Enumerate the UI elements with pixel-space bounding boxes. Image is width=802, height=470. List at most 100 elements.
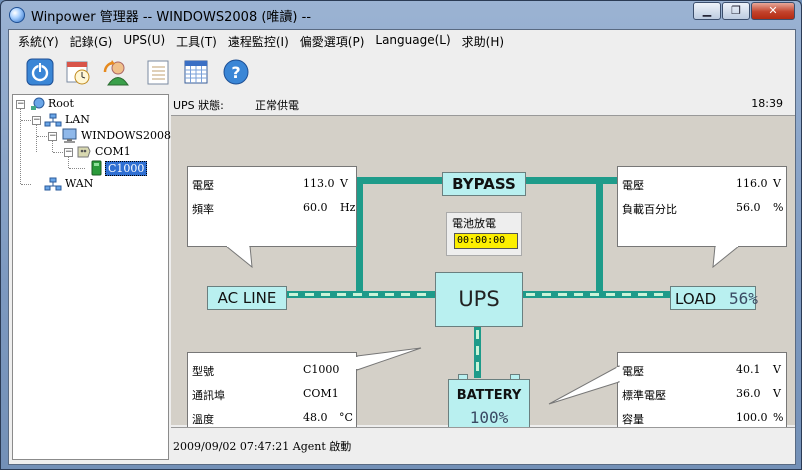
app-icon (9, 7, 25, 23)
output-info-box: 電壓 116.0 V 負載百分比 56.0 % (617, 166, 787, 247)
app-window: Winpower 管理器 -- WINDOWS2008 (唯讀) -- ▁ ❐ … (0, 0, 802, 470)
battery-voltage-label: 電壓 (622, 365, 644, 378)
input-frequency-label: 頻率 (192, 203, 214, 216)
log-list-icon (147, 60, 169, 85)
close-button[interactable]: ✕ (751, 2, 795, 20)
ups-port-label: 通訊埠 (192, 389, 225, 402)
ups-temperature-value: 48.0 (303, 411, 328, 424)
ups-info-box: 型號 C1000 通訊埠 COM1 溫度 48.0 °C (187, 352, 357, 434)
restore-button[interactable]: ❐ (722, 2, 750, 20)
client-area: 系統(Y) 記錄(G) UPS(U) 工具(T) 遠程監控(I) 偏愛選項(P)… (8, 29, 796, 465)
help-button[interactable]: ? (222, 58, 250, 86)
menu-preferences[interactable]: 偏愛選項(P) (295, 30, 371, 52)
tree-connector (37, 136, 47, 137)
event-log: 2009/09/02 07:47:21 Agent 啟動 (171, 427, 795, 461)
tree-node-root[interactable]: Root (48, 97, 74, 110)
load-label: LOAD (675, 290, 717, 308)
event-log-entry: 2009/09/02 07:47:21 Agent 啟動 (173, 440, 352, 453)
window-controls: ▁ ❐ ✕ (692, 2, 795, 20)
serial-port-icon (77, 146, 91, 158)
expand-root-toggle[interactable]: − (16, 100, 25, 109)
user-button[interactable] (102, 58, 130, 86)
battery-discharge-label: 電池放電 (452, 217, 496, 230)
window-title: Winpower 管理器 -- WINDOWS2008 (唯讀) -- (31, 10, 312, 25)
device-tree: − Root − LAN − WINDOWS2008 − COM1 C1000 … (12, 94, 171, 460)
battery-capacity-value: 100.0 (736, 411, 768, 424)
tree-connector (69, 168, 85, 169)
ups-temperature-unit: °C (339, 411, 353, 424)
ups-model-value: C1000 (303, 363, 340, 376)
ups-box[interactable]: UPS (435, 272, 523, 327)
battery-box: BATTERY 100% (448, 379, 530, 432)
ups-callout-tail (355, 347, 422, 371)
battery-info-box: 電壓 40.1 V 標準電壓 36.0 V 容量 100.0 % (617, 352, 787, 434)
tree-node-device[interactable]: C1000 (105, 161, 148, 176)
schedule-button[interactable] (64, 58, 92, 86)
battery-nominal-voltage-value: 36.0 (736, 387, 761, 400)
menu-ups[interactable]: UPS(U) (118, 30, 171, 52)
tree-connector (21, 184, 31, 185)
battery-voltage-value: 40.1 (736, 363, 761, 376)
output-voltage-unit: V (773, 177, 781, 190)
calendar-button[interactable] (182, 58, 210, 86)
menu-log[interactable]: 記錄(G) (65, 30, 119, 52)
input-voltage-unit: V (340, 177, 348, 190)
menu-remote-monitor[interactable]: 遠程監控(I) (223, 30, 295, 52)
menu-help[interactable]: 求助(H) (457, 30, 510, 52)
battery-nominal-voltage-label: 標準電壓 (622, 389, 666, 402)
battery-block[interactable]: BATTERY 100% (448, 374, 530, 433)
bypass-pipe-right (596, 177, 603, 293)
battery-label: BATTERY (456, 388, 522, 403)
status-time: 18:39 (751, 97, 783, 110)
tree-connector (68, 156, 69, 168)
bypass-box[interactable]: BYPASS (442, 172, 526, 196)
ac-line-box[interactable]: AC LINE (207, 286, 287, 310)
battery-discharge-time: 00:00:00 (454, 233, 518, 249)
bypass-pipe-left (356, 177, 363, 293)
ups-status-bar: UPS 狀態: 正常供電 18:39 (171, 94, 795, 114)
battery-discharge-panel: 電池放電 00:00:00 (446, 212, 522, 256)
input-callout-tail (226, 246, 253, 268)
menu-bar: 系統(Y) 記錄(G) UPS(U) 工具(T) 遠程監控(I) 偏愛選項(P)… (9, 30, 795, 52)
output-load-value: 56.0 (736, 201, 761, 214)
menu-language[interactable]: Language(L) (370, 30, 456, 52)
tree-connector (21, 120, 31, 121)
toolbar: ? (9, 52, 795, 92)
title-bar[interactable]: Winpower 管理器 -- WINDOWS2008 (唯讀) -- ▁ ❐ … (1, 1, 801, 29)
output-callout-tail (712, 246, 740, 268)
tree-node-host[interactable]: WINDOWS2008 (81, 129, 171, 142)
load-box[interactable]: LOAD 56% (670, 286, 758, 310)
svg-text:?: ? (231, 63, 240, 82)
menu-tools[interactable]: 工具(T) (171, 30, 223, 52)
minimize-button[interactable]: ▁ (693, 2, 721, 20)
ups-temperature-label: 溫度 (192, 413, 214, 426)
tree-node-lan[interactable]: LAN (65, 113, 90, 126)
power-icon (26, 58, 54, 86)
ups-port-value: COM1 (303, 387, 339, 400)
log-list-button[interactable] (144, 58, 172, 86)
tree-connector (52, 140, 53, 152)
help-icon: ? (223, 59, 249, 85)
input-frequency-value: 60.0 (303, 201, 328, 214)
menu-system[interactable]: 系統(Y) (13, 30, 65, 52)
ups-status-label: UPS 狀態: (173, 99, 224, 112)
wan-network-icon (44, 177, 62, 191)
tree-connector (53, 152, 63, 153)
tree-node-port[interactable]: COM1 (95, 145, 131, 158)
output-voltage-value: 116.0 (736, 177, 768, 190)
ups-status-value: 正常供電 (255, 99, 299, 112)
output-load-unit: % (773, 201, 784, 214)
input-info-box: 電壓 113.0 V 頻率 60.0 Hz (187, 166, 357, 247)
ups-flow-diagram: BYPASS 電池放電 00:00:00 AC LINE UPS LOAD 56… (171, 115, 795, 434)
input-flow-dashes (289, 293, 433, 296)
battery-callout-tail (548, 365, 620, 405)
power-button[interactable] (26, 58, 54, 86)
user-icon (103, 60, 129, 86)
tree-node-wan[interactable]: WAN (65, 177, 93, 190)
input-frequency-unit: Hz (340, 201, 356, 214)
output-load-label: 負載百分比 (622, 203, 677, 216)
calendar-grid-icon (184, 60, 208, 84)
input-voltage-label: 電壓 (192, 179, 214, 192)
battery-capacity-label: 容量 (622, 413, 644, 426)
battery-flow-dashes (476, 330, 479, 374)
